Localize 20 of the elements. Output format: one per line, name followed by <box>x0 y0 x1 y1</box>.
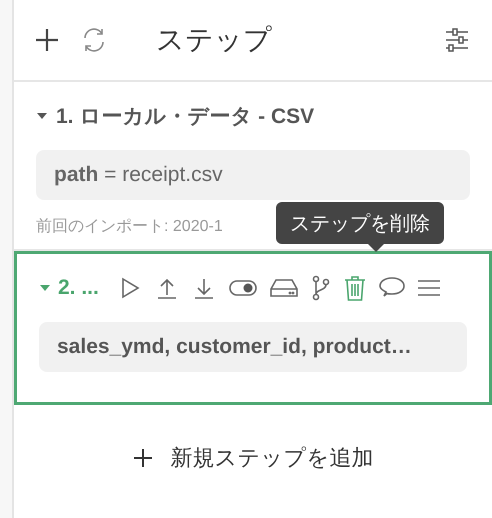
tooltip-arrow <box>368 244 384 252</box>
caret-icon[interactable] <box>36 112 48 120</box>
tooltip: ステップを削除 <box>276 202 444 244</box>
selected-step-card[interactable]: 2. ... sales_ymd, customer_id, product… <box>14 251 492 405</box>
menu-icon[interactable] <box>418 279 440 297</box>
step-title: 1. ローカル・データ - CSV <box>56 104 314 130</box>
plus-icon <box>132 448 152 468</box>
drive-icon[interactable] <box>270 278 298 298</box>
parameter-text: sales_ymd, customer_id, product… <box>57 335 412 358</box>
comment-icon[interactable] <box>378 277 405 299</box>
trash-icon[interactable] <box>344 275 366 301</box>
import-note: 前回のインポート: 2020-1 <box>36 217 223 237</box>
add-icon[interactable] <box>34 27 60 53</box>
branch-icon[interactable] <box>310 275 331 301</box>
toggle-icon[interactable] <box>228 280 257 296</box>
panel-title: ステップ <box>156 22 273 58</box>
parameter-text: path = receipt.csv <box>54 163 223 186</box>
settings-icon[interactable] <box>444 27 470 53</box>
step-title: 2. ... <box>58 276 99 300</box>
add-step-button[interactable]: 新規ステップを追加 <box>128 439 378 477</box>
